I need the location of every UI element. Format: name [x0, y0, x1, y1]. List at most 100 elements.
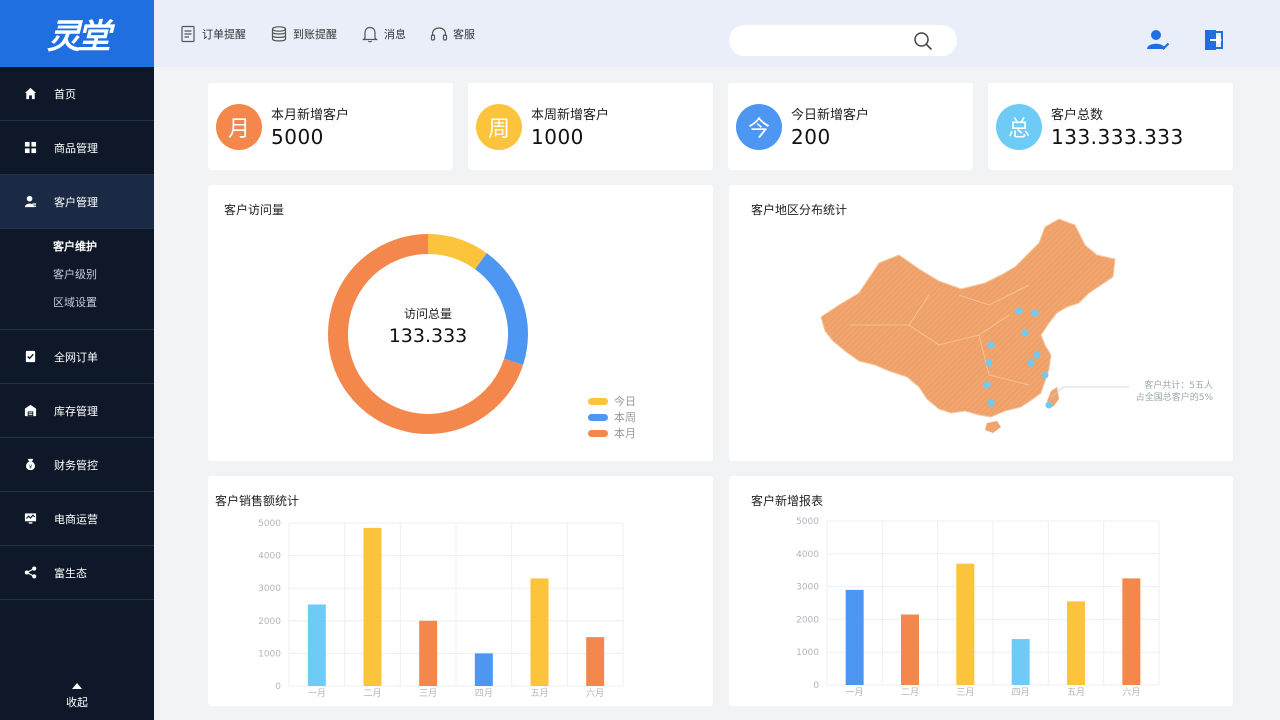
- home-icon: [23, 87, 37, 101]
- bar-三月: [419, 620, 438, 686]
- payment-reminder-label: 到账提醒: [293, 27, 337, 41]
- x-tick-label: 二月: [363, 688, 381, 699]
- order-reminder-link[interactable]: 订单提醒: [179, 25, 246, 43]
- donut-segment-本周: [474, 253, 528, 365]
- customer-sub-nav: 客户维护 客户级别 区域设置: [0, 229, 154, 330]
- sidebar-item-inventory[interactable]: 库存管理: [0, 384, 154, 438]
- donut-center-label: 访问总量: [404, 307, 452, 321]
- sub-item-region-settings[interactable]: 区域设置: [53, 295, 154, 323]
- stat-badge: 周: [476, 103, 522, 150]
- bar-六月: [586, 637, 605, 686]
- logo[interactable]: 灵堂: [0, 0, 154, 67]
- logo-mark: 灵堂: [47, 17, 111, 57]
- sidebar-item-label: 商品管理: [54, 141, 98, 155]
- map-point: [1021, 329, 1029, 337]
- legend-item: 本月: [588, 425, 636, 441]
- stat-card-week: 周 本周新增客户 1000: [468, 83, 713, 170]
- sub-item-customer-maintenance[interactable]: 客户维护: [53, 239, 154, 267]
- map-note-line-1: 客户共计：5五人: [1144, 381, 1213, 391]
- donut-center-value: 133.333: [389, 325, 468, 347]
- region-panel: 客户地区分布统计 客户共计：5五人 占全国总客户的5%: [729, 185, 1233, 461]
- search-icon[interactable]: [913, 31, 933, 51]
- y-tick-label: 5000: [796, 517, 819, 527]
- china-map: [820, 218, 1129, 433]
- bar-一月: [307, 604, 326, 686]
- map-point: [1045, 401, 1053, 409]
- bar-五月: [530, 578, 549, 686]
- sales-bar-chart: 0 1000 2000 3000 4000 5000 一月 二月 三月 四月 五月 六月: [258, 519, 624, 699]
- logout-icon[interactable]: [1202, 28, 1226, 52]
- map-point: [1033, 351, 1041, 359]
- collapse-button[interactable]: 收起: [0, 683, 154, 710]
- stat-label: 客户总数: [1051, 108, 1104, 123]
- x-tick-label: 二月: [901, 687, 919, 698]
- new-customers-bar-chart: 0 1000 2000 3000 4000 5000 一月 二月 三月 四月 五月 六月: [796, 517, 1160, 698]
- bar-六月: [1122, 578, 1141, 685]
- new-customers-panel: 客户新增报表 0 1000 2000 3000 4000 5000 一月 二月 三月 四月 五月 六月: [729, 476, 1233, 706]
- collapse-label: 收起: [66, 696, 88, 709]
- legend-item: 今日: [588, 393, 636, 409]
- map-point: [1041, 371, 1049, 379]
- top-bar: 订单提醒 到账提醒 消息 客服: [154, 0, 1280, 67]
- donut-legend: 今日 本周 本月: [588, 393, 636, 441]
- sidebar-item-label: 全网订单: [54, 350, 98, 364]
- legend-swatch: [588, 429, 608, 437]
- stat-badge: 今: [736, 103, 782, 150]
- sidebar-item-orders[interactable]: 全网订单: [0, 330, 154, 384]
- legend-label: 今日: [614, 395, 636, 408]
- x-tick-label: 六月: [1122, 686, 1140, 698]
- sales-panel: 客户销售额统计 0 1000 2000 3000 4000 5000 一月 二月 三月 四月 五月六…: [208, 476, 713, 706]
- sidebar-item-home[interactable]: 首页: [0, 67, 154, 121]
- map-point: [987, 341, 995, 349]
- visits-panel: 客户访问量 访问总量 133.333 今日 本周 本月: [208, 185, 713, 461]
- map-point: [987, 399, 995, 407]
- stat-badge: 月: [216, 103, 262, 150]
- bar-一月: [845, 589, 864, 685]
- map-note: 客户共计：5五人 占全国总客户的5%: [1136, 380, 1213, 404]
- sidebar-item-ecommerce[interactable]: 电商运营: [0, 492, 154, 546]
- stat-value: 5000: [271, 125, 324, 149]
- legend-label: 本周: [614, 411, 636, 424]
- sidebar-item-label: 客户管理: [54, 195, 98, 209]
- customer-service-link[interactable]: 客服: [430, 25, 475, 43]
- legend-swatch: [588, 413, 608, 421]
- document-icon: [181, 25, 195, 42]
- y-tick-label: 3000: [258, 584, 281, 594]
- y-tick-label: 0: [813, 681, 819, 691]
- bar-二月: [363, 527, 382, 686]
- visits-donut-chart: 访问总量 133.333: [328, 234, 528, 434]
- stat-badge: 总: [996, 103, 1042, 150]
- x-tick-label: 一月: [308, 688, 326, 699]
- stat-card-today: 今 今日新增客户 200: [728, 83, 973, 170]
- map-callout-line: [1050, 386, 1129, 398]
- sidebar-item-ecosystem[interactable]: 富生态: [0, 546, 154, 600]
- payment-reminder-link[interactable]: 到账提醒: [270, 25, 337, 43]
- sub-item-customer-level[interactable]: 客户级别: [53, 267, 154, 295]
- sidebar-item-customers[interactable]: 客户管理: [0, 175, 154, 229]
- sidebar-item-label: 电商运营: [54, 512, 98, 526]
- x-tick-label: 六月: [586, 687, 604, 699]
- map-point: [985, 359, 993, 367]
- sidebar: 灵堂 首页 商品管理 客户管理 客户维护 客户级别 区域设置 全网订单 库存管理…: [0, 0, 154, 720]
- sidebar-item-products[interactable]: 商品管理: [0, 121, 154, 175]
- search-input[interactable]: [743, 31, 903, 50]
- stat-value: 200: [791, 125, 831, 149]
- x-tick-label: 五月: [1067, 687, 1085, 698]
- stat-label: 今日新增客户: [791, 108, 870, 123]
- map-point: [983, 381, 991, 389]
- map-note-line-2: 占全国总客户的5%: [1135, 393, 1213, 403]
- y-tick-label: 2000: [258, 617, 281, 627]
- messages-link[interactable]: 消息: [361, 25, 406, 43]
- stat-card-total: 总 客户总数 133.333.333: [988, 83, 1233, 170]
- sidebar-item-finance[interactable]: ¥ 财务管控: [0, 438, 154, 492]
- map-point: [1015, 307, 1023, 315]
- bar-四月: [1011, 639, 1030, 685]
- sidebar-item-label: 富生态: [54, 566, 87, 580]
- y-tick-label: 1000: [796, 648, 819, 658]
- legend-swatch: [588, 397, 608, 405]
- bar-三月: [956, 563, 975, 685]
- x-tick-label: 一月: [846, 687, 864, 698]
- bell-icon: [362, 26, 378, 42]
- bar-二月: [901, 614, 919, 685]
- user-verified-icon[interactable]: [1146, 28, 1170, 52]
